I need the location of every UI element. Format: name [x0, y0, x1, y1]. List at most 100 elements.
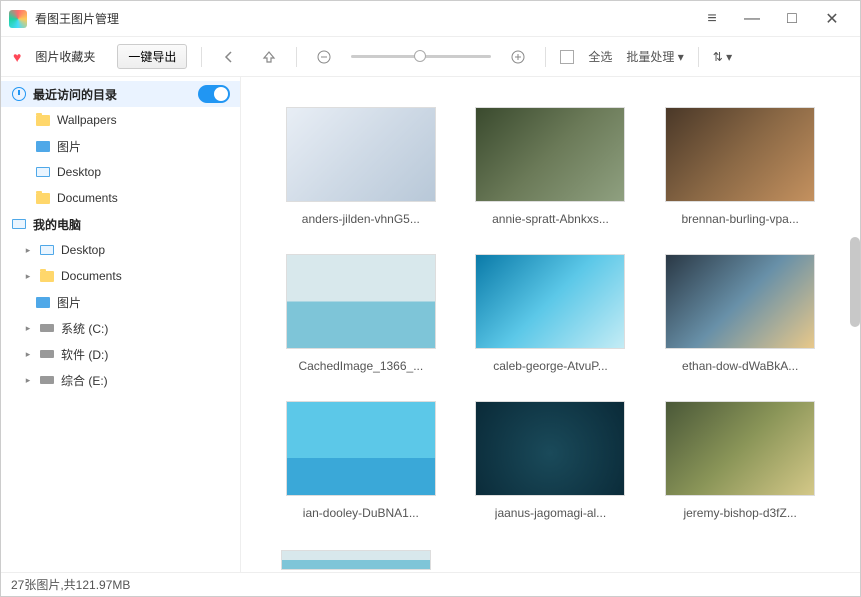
clock-icon	[12, 87, 26, 101]
thumbnail-item[interactable]: jaanus-jagomagi-al...	[471, 401, 631, 520]
sidebar-item-label: 图片	[57, 138, 81, 155]
sidebar-item-wallpapers[interactable]: Wallpapers	[1, 107, 240, 133]
menu-button[interactable]: ≡	[692, 1, 732, 37]
thumbnail-item[interactable]: brennan-burling-vpa...	[660, 107, 820, 226]
thumbnail-item[interactable]: CachedImage_1366_...	[281, 254, 441, 373]
thumbnail-image	[665, 254, 815, 349]
minimize-button[interactable]: —	[732, 1, 772, 37]
sidebar: 最近访问的目录 Wallpapers 图片 Desktop Documents …	[1, 77, 241, 572]
heart-icon: ♥	[13, 49, 21, 65]
sidebar-item-desktop[interactable]: Desktop	[1, 159, 240, 185]
export-button[interactable]: 一键导出	[117, 44, 187, 69]
sidebar-item-label: 系统 (C:)	[61, 320, 108, 337]
thumbnail-label: anders-jilden-vhnG5...	[302, 212, 420, 226]
main: 最近访问的目录 Wallpapers 图片 Desktop Documents …	[1, 77, 860, 572]
sidebar-item-pictures[interactable]: 图片	[1, 133, 240, 159]
sidebar-item-label: Desktop	[57, 165, 101, 179]
sidebar-header-label: 我的电脑	[33, 216, 81, 233]
thumbnail-image	[665, 401, 815, 496]
thumbnail-label: annie-spratt-Abnkxs...	[492, 212, 609, 226]
thumbnail-label: brennan-burling-vpa...	[681, 212, 798, 226]
sidebar-item-documents[interactable]: ▸ Documents	[1, 263, 240, 289]
favorites-label[interactable]: 图片收藏夹	[35, 48, 95, 65]
back-button[interactable]	[216, 44, 242, 70]
drive-icon	[40, 376, 54, 384]
monitor-icon	[36, 167, 50, 177]
folder-icon	[36, 193, 50, 204]
sidebar-section-recent[interactable]: 最近访问的目录	[1, 81, 240, 107]
expand-icon[interactable]: ▸	[23, 323, 33, 334]
expand-icon[interactable]: ▸	[23, 271, 33, 282]
sidebar-item-pictures[interactable]: 图片	[1, 289, 240, 315]
expand-icon[interactable]: ▸	[23, 349, 33, 360]
folder-icon	[40, 271, 54, 282]
sidebar-item-documents[interactable]: Documents	[1, 185, 240, 211]
zoom-out-button[interactable]	[311, 44, 337, 70]
separator	[201, 47, 202, 67]
zoom-in-button[interactable]	[505, 44, 531, 70]
thumbnail-item[interactable]: ethan-dow-dWaBkA...	[660, 254, 820, 373]
content-area: anders-jilden-vhnG5... annie-spratt-Abnk…	[241, 77, 860, 572]
sidebar-item-label: 综合 (E:)	[61, 372, 108, 389]
expand-icon[interactable]: ▸	[23, 245, 33, 256]
sidebar-item-label: Wallpapers	[57, 113, 117, 127]
sort-dropdown[interactable]: ⇅ ▾	[713, 50, 732, 64]
thumbnail-label: caleb-george-AtvuP...	[493, 359, 608, 373]
thumbnail-label: ethan-dow-dWaBkA...	[682, 359, 798, 373]
select-all-label[interactable]: 全选	[588, 48, 612, 65]
statusbar: 27张图片,共121.97MB	[1, 572, 860, 596]
close-button[interactable]: ✕	[812, 1, 852, 37]
thumbnail-image	[665, 107, 815, 202]
sidebar-item-label: 软件 (D:)	[61, 346, 108, 363]
expand-icon[interactable]: ▸	[23, 375, 33, 386]
thumbnail-image	[475, 401, 625, 496]
up-button[interactable]	[256, 44, 282, 70]
sidebar-item-desktop[interactable]: ▸ Desktop	[1, 237, 240, 263]
thumbnail-item[interactable]: annie-spratt-Abnkxs...	[471, 107, 631, 226]
monitor-icon	[40, 245, 54, 255]
window-title: 看图王图片管理	[35, 10, 692, 27]
thumbnail-label: jeremy-bishop-d3fZ...	[683, 506, 796, 520]
app-logo-icon	[9, 10, 27, 28]
thumbnail-image	[286, 107, 436, 202]
sidebar-item-drive-e[interactable]: ▸ 综合 (E:)	[1, 367, 240, 393]
sidebar-item-drive-c[interactable]: ▸ 系统 (C:)	[1, 315, 240, 341]
thumbnail-grid: anders-jilden-vhnG5... annie-spratt-Abnk…	[241, 77, 860, 550]
select-all-checkbox[interactable]	[560, 50, 574, 64]
thumbnail-item[interactable]: ian-dooley-DuBNA1...	[281, 401, 441, 520]
batch-dropdown[interactable]: 批量处理 ▾	[626, 48, 683, 65]
drive-icon	[40, 324, 54, 332]
thumbnail-item[interactable]: caleb-george-AtvuP...	[471, 254, 631, 373]
thumbnail-image	[286, 401, 436, 496]
sidebar-item-drive-d[interactable]: ▸ 软件 (D:)	[1, 341, 240, 367]
sidebar-header-label: 最近访问的目录	[33, 86, 117, 103]
thumbnail-item[interactable]	[281, 550, 431, 570]
thumbnail-label: jaanus-jagomagi-al...	[495, 506, 606, 520]
thumbnail-item[interactable]: jeremy-bishop-d3fZ...	[660, 401, 820, 520]
scrollbar-thumb[interactable]	[850, 237, 860, 327]
thumbnail-image	[281, 550, 431, 570]
picture-icon	[36, 297, 50, 308]
titlebar: 看图王图片管理 ≡ — □ ✕	[1, 1, 860, 37]
picture-icon	[36, 141, 50, 152]
recent-toggle[interactable]	[198, 85, 230, 103]
maximize-button[interactable]: □	[772, 1, 812, 37]
sidebar-section-computer[interactable]: 我的电脑	[1, 211, 240, 237]
separator	[698, 47, 699, 67]
thumbnail-image	[286, 254, 436, 349]
sidebar-item-label: Documents	[57, 191, 118, 205]
sidebar-item-label: 图片	[57, 294, 81, 311]
folder-icon	[36, 115, 50, 126]
partial-row	[241, 550, 860, 572]
thumbnail-item[interactable]: anders-jilden-vhnG5...	[281, 107, 441, 226]
zoom-slider-thumb[interactable]	[414, 50, 426, 62]
sidebar-item-label: Documents	[61, 269, 122, 283]
thumbnail-image	[475, 254, 625, 349]
separator	[296, 47, 297, 67]
thumbnail-label: CachedImage_1366_...	[298, 359, 423, 373]
zoom-slider[interactable]	[351, 55, 491, 58]
sidebar-item-label: Desktop	[61, 243, 105, 257]
chevron-down-icon: ▾	[726, 50, 732, 64]
status-text: 27张图片,共121.97MB	[11, 576, 130, 593]
thumbnail-label: ian-dooley-DuBNA1...	[303, 506, 419, 520]
